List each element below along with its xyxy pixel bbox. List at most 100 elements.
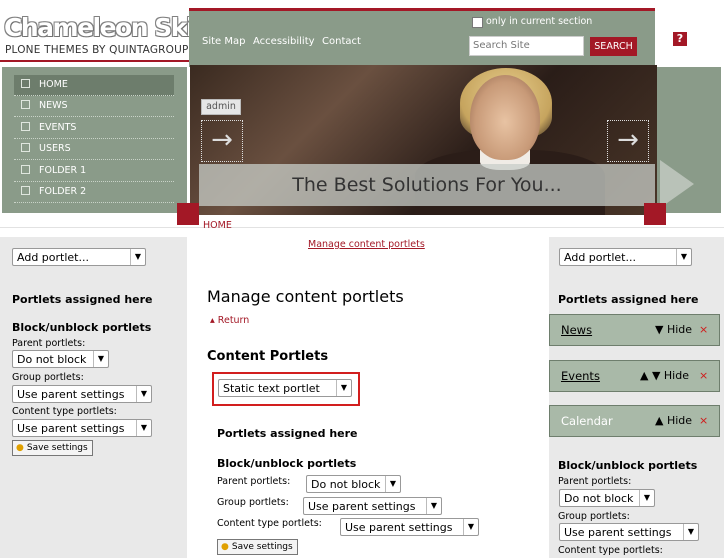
current-section-label: only in current section bbox=[486, 16, 593, 27]
main-parent-select[interactable]: Do not block ▼ bbox=[306, 475, 401, 493]
nav-arrow-icon bbox=[21, 186, 30, 195]
portlet-news: News ▼ Hide × bbox=[549, 314, 720, 346]
contact-link[interactable]: Contact bbox=[322, 36, 361, 47]
main-content-type-label: Content type portlets: bbox=[217, 518, 322, 529]
portlet-name[interactable]: Calendar bbox=[561, 414, 613, 428]
left-parent-select[interactable]: Do not block ▼ bbox=[12, 350, 109, 368]
search-input[interactable] bbox=[469, 36, 584, 56]
content-portlets-heading: Content Portlets bbox=[207, 349, 329, 364]
accessibility-link[interactable]: Accessibility bbox=[253, 36, 315, 47]
main-group-select[interactable]: Use parent settings ▼ bbox=[303, 497, 442, 515]
breadcrumb[interactable]: HOME bbox=[203, 220, 232, 231]
chevron-down-icon: ▼ bbox=[136, 420, 151, 436]
remove-icon[interactable]: × bbox=[699, 414, 708, 427]
select-value: Do not block bbox=[311, 478, 381, 491]
page-title: Manage content portlets bbox=[207, 287, 404, 306]
save-icon: ● bbox=[16, 443, 24, 453]
nav-item-folder-1[interactable]: FOLDER 1 bbox=[14, 161, 174, 182]
save-label: Save settings bbox=[26, 443, 88, 453]
nav-label: FOLDER 2 bbox=[39, 186, 87, 197]
corner-square-right bbox=[644, 203, 666, 225]
banner-tagline: The Best Solutions For You... bbox=[292, 174, 562, 196]
select-value: Add portlet... bbox=[17, 251, 89, 264]
main-block-heading: Block/unblock portlets bbox=[217, 457, 357, 470]
return-label: Return bbox=[217, 315, 250, 326]
select-value: Use parent settings bbox=[564, 526, 672, 539]
logo-underline bbox=[0, 60, 189, 62]
return-link[interactable]: ▴ Return bbox=[210, 315, 249, 326]
static-text-portlet-select[interactable]: Static text portlet ▼ bbox=[218, 379, 352, 397]
left-group-select[interactable]: Use parent settings ▼ bbox=[12, 385, 152, 403]
nav-item-users[interactable]: USERS bbox=[14, 139, 174, 160]
select-value: Use parent settings bbox=[345, 521, 453, 534]
chevron-down-icon: ▼ bbox=[463, 519, 478, 535]
save-label: Save settings bbox=[231, 542, 293, 552]
right-group-label: Group portlets: bbox=[558, 511, 630, 522]
left-block-heading: Block/unblock portlets bbox=[12, 321, 152, 334]
right-column bbox=[549, 237, 724, 558]
chevron-down-icon: ▼ bbox=[93, 351, 108, 367]
select-value: Do not block bbox=[564, 492, 634, 505]
nav-arrow-icon bbox=[21, 79, 30, 88]
left-parent-label: Parent portlets: bbox=[12, 338, 86, 349]
nav-item-events[interactable]: EVENTS bbox=[14, 118, 174, 139]
next-arrow-icon[interactable]: → bbox=[607, 120, 649, 162]
nav-arrow-icon bbox=[21, 122, 30, 131]
nav-item-home[interactable]: HOME bbox=[14, 75, 174, 96]
chevron-down-icon: ▼ bbox=[639, 490, 654, 506]
select-value: Add portlet... bbox=[564, 251, 636, 264]
main-group-label: Group portlets: bbox=[217, 497, 289, 508]
select-value: Use parent settings bbox=[17, 422, 125, 435]
right-block-heading: Block/unblock portlets bbox=[558, 459, 698, 472]
chevron-down-icon: ▼ bbox=[136, 386, 151, 402]
left-add-portlet-select[interactable]: Add portlet... ▼ bbox=[12, 248, 146, 266]
help-icon[interactable]: ? bbox=[673, 32, 687, 46]
prev-arrow-icon[interactable]: → bbox=[201, 120, 243, 162]
left-assigned-heading: Portlets assigned here bbox=[12, 293, 153, 306]
right-parent-label: Parent portlets: bbox=[558, 476, 632, 487]
chevron-down-icon: ▼ bbox=[683, 524, 698, 540]
right-parent-select[interactable]: Do not block ▼ bbox=[559, 489, 655, 507]
left-group-label: Group portlets: bbox=[12, 372, 84, 383]
chevron-down-icon: ▼ bbox=[426, 498, 441, 514]
remove-icon[interactable]: × bbox=[699, 323, 708, 336]
nav-item-folder-2[interactable]: FOLDER 2 bbox=[14, 182, 174, 203]
portlet-controls[interactable]: ▲ Hide bbox=[655, 414, 692, 427]
portlet-name-link[interactable]: News bbox=[561, 323, 592, 337]
sitemap-link[interactable]: Site Map bbox=[202, 36, 245, 47]
right-add-portlet-select[interactable]: Add portlet... ▼ bbox=[559, 248, 692, 266]
main-save-button[interactable]: ● Save settings bbox=[217, 539, 298, 555]
manage-content-portlets-link[interactable]: Manage content portlets bbox=[308, 239, 425, 250]
up-arrow-icon: ▴ bbox=[210, 315, 218, 326]
logo-title[interactable]: Chameleon Skin bbox=[4, 14, 211, 42]
portlet-events: Events ▲ ▼ Hide × bbox=[549, 360, 720, 392]
select-value: Static text portlet bbox=[223, 382, 320, 395]
select-value: Do not block bbox=[17, 353, 87, 366]
corner-square-left bbox=[177, 203, 199, 225]
banner-person-face bbox=[470, 75, 540, 160]
chevron-down-icon: ▼ bbox=[385, 476, 400, 492]
portlet-controls[interactable]: ▲ ▼ Hide bbox=[640, 369, 689, 382]
main-content-type-select[interactable]: Use parent settings ▼ bbox=[340, 518, 479, 536]
chevron-down-icon: ▼ bbox=[130, 249, 145, 265]
search-button[interactable]: SEARCH bbox=[590, 37, 637, 56]
nav-label: HOME bbox=[39, 79, 68, 90]
main-parent-label: Parent portlets: bbox=[217, 476, 291, 487]
select-value: Use parent settings bbox=[17, 388, 125, 401]
portlet-name-link[interactable]: Events bbox=[561, 369, 600, 383]
nav-label: EVENTS bbox=[39, 122, 77, 133]
chevron-down-icon: ▼ bbox=[336, 380, 351, 396]
remove-icon[interactable]: × bbox=[699, 369, 708, 382]
admin-tab[interactable]: admin bbox=[201, 99, 241, 115]
save-icon: ● bbox=[221, 542, 229, 552]
nav-item-news[interactable]: NEWS bbox=[14, 96, 174, 117]
current-section-checkbox[interactable] bbox=[472, 17, 483, 28]
left-content-type-label: Content type portlets: bbox=[12, 406, 117, 417]
right-group-select[interactable]: Use parent settings ▼ bbox=[559, 523, 699, 541]
big-next-arrow-icon[interactable] bbox=[660, 160, 694, 208]
left-save-button[interactable]: ● Save settings bbox=[12, 440, 93, 456]
logo-subtitle: PLONE THEMES BY QUINTAGROUP bbox=[5, 44, 189, 56]
left-content-type-select[interactable]: Use parent settings ▼ bbox=[12, 419, 152, 437]
portlet-controls[interactable]: ▼ Hide bbox=[655, 323, 692, 336]
nav-arrow-icon bbox=[21, 100, 30, 109]
